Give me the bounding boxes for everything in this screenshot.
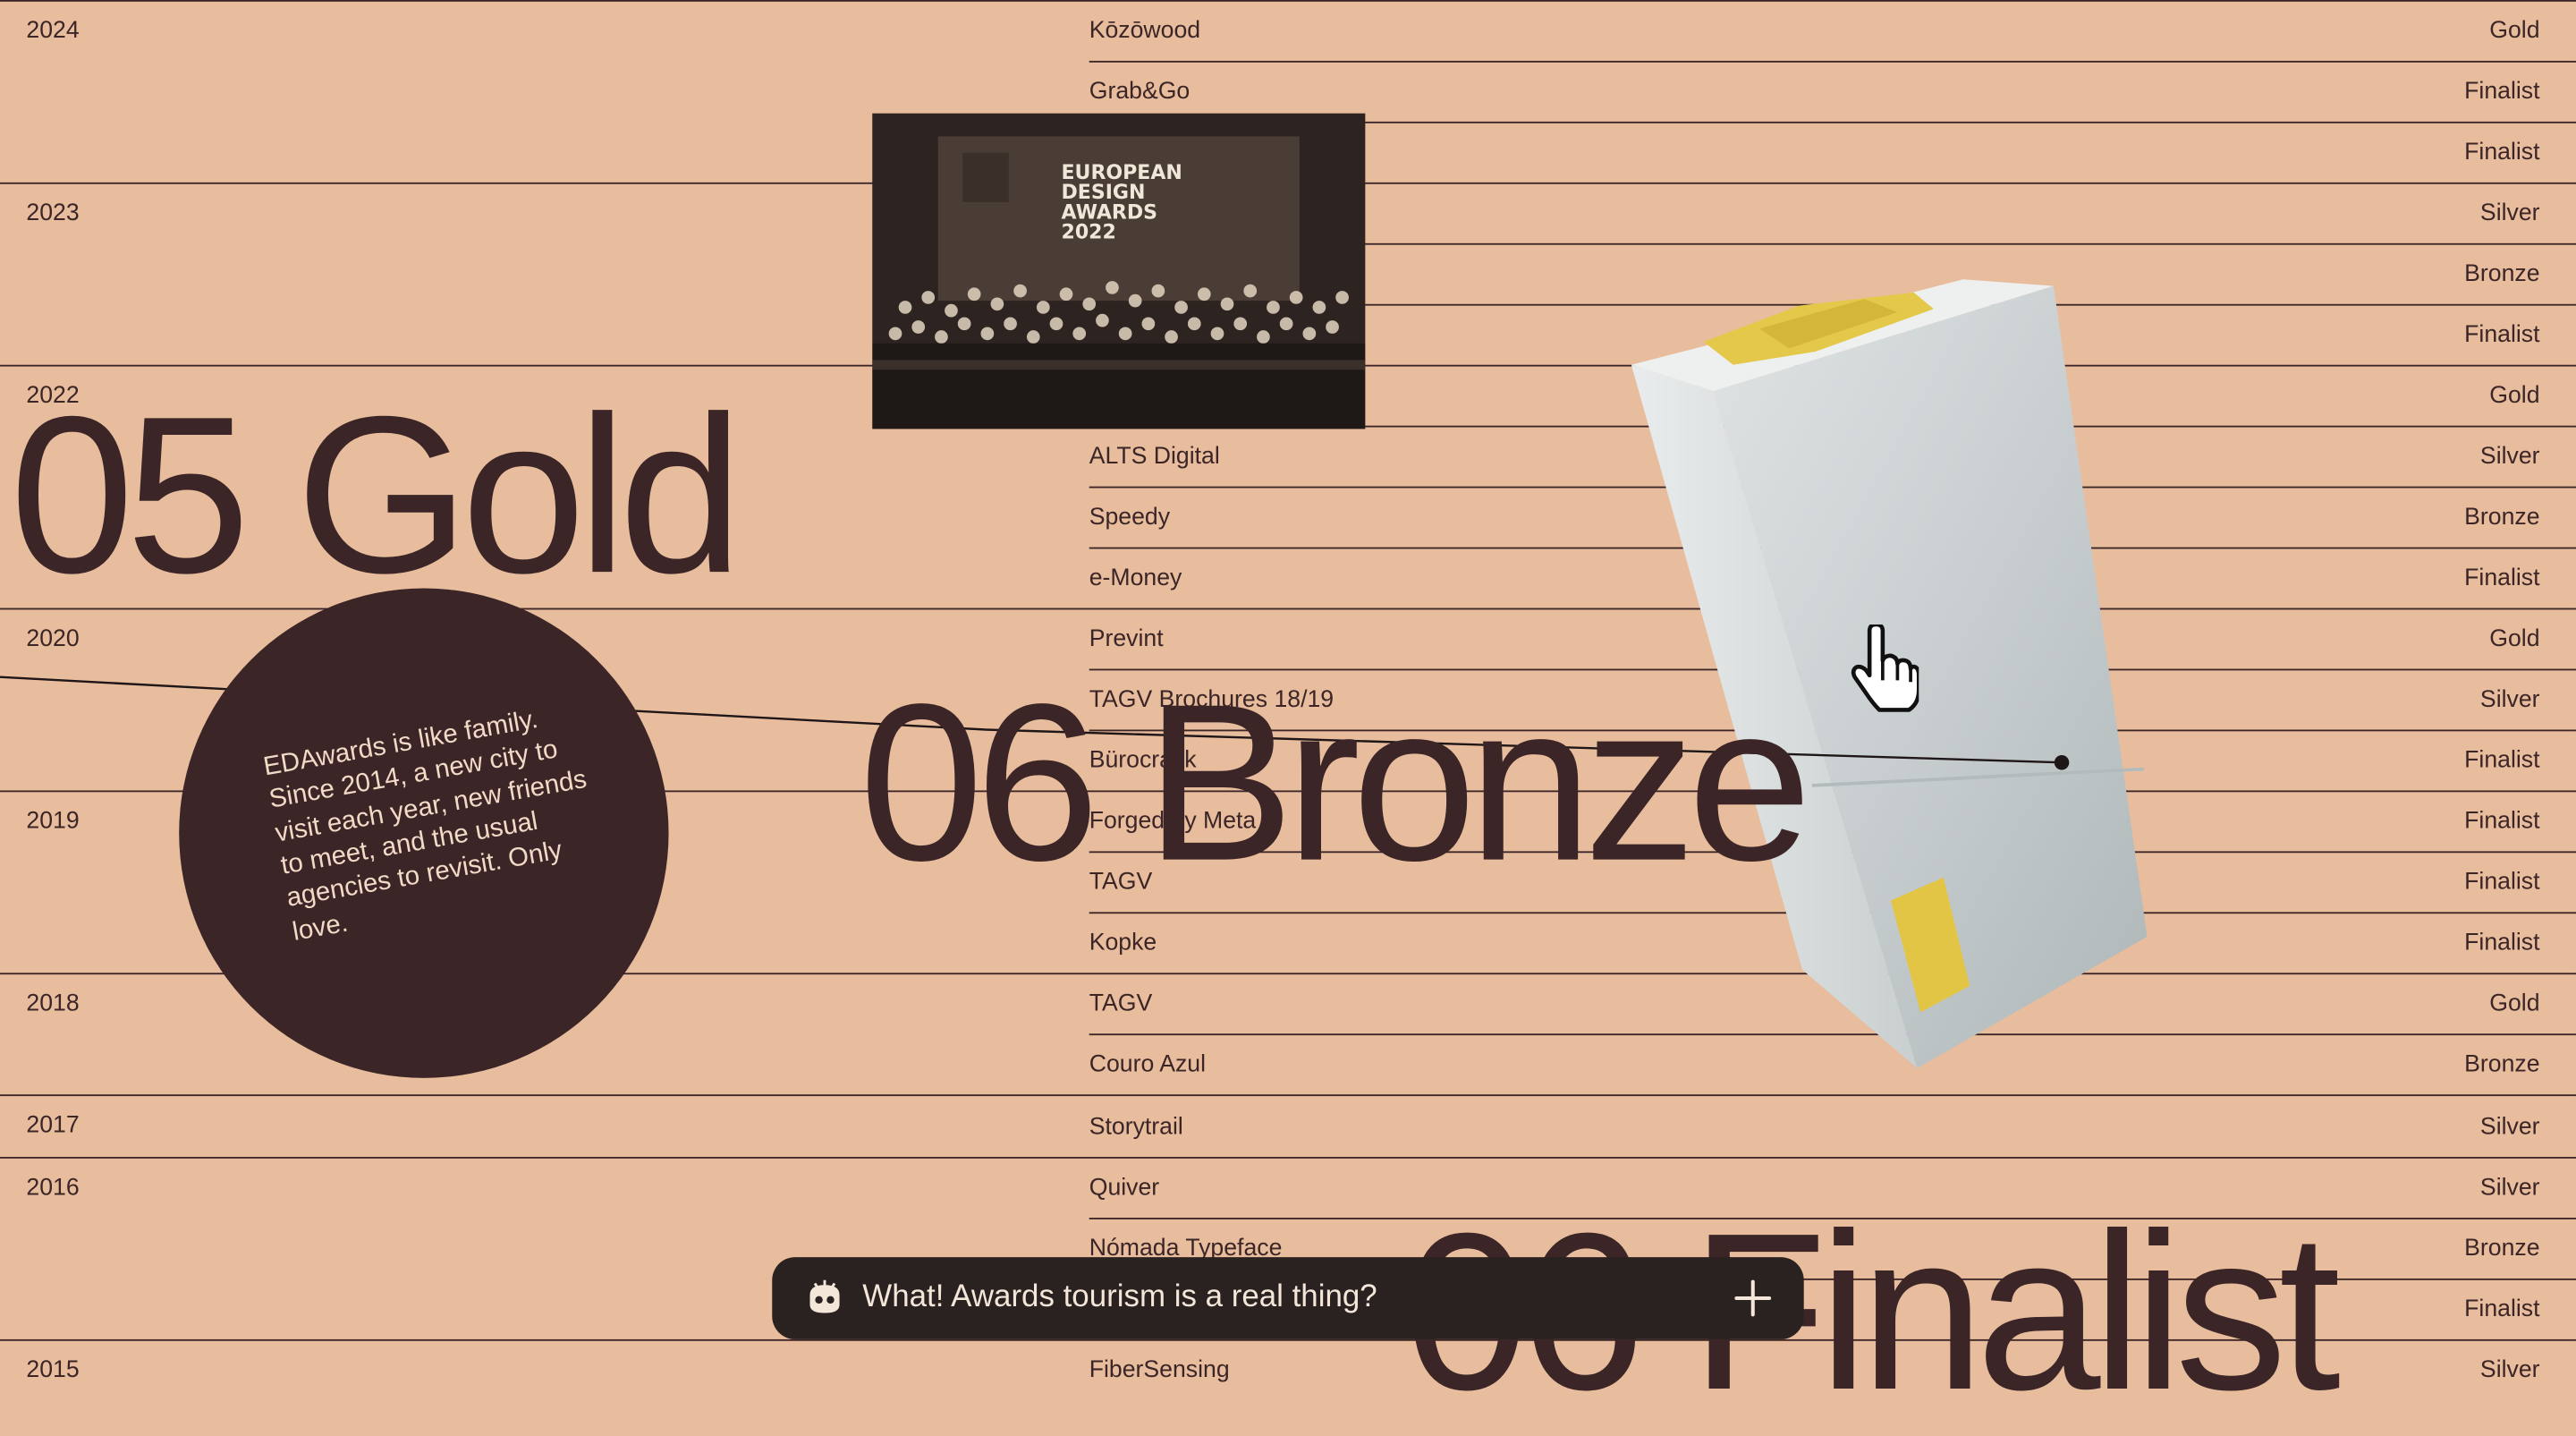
award-level: Gold	[2489, 382, 2540, 410]
project-name[interactable]: Storytrail	[1089, 1116, 1183, 1140]
year-label: 2023	[26, 200, 80, 227]
award-level: Finalist	[2464, 79, 2540, 106]
year-label: 2020	[26, 625, 80, 653]
award-level: Finalist	[2464, 565, 2540, 592]
year-label: 2024	[26, 18, 80, 45]
year-label: 2017	[26, 1112, 80, 1139]
award-level: Gold	[2489, 625, 2540, 653]
mascot-face-icon	[809, 1279, 840, 1313]
award-level: Silver	[2479, 1357, 2540, 1384]
award-level: Bronze	[2464, 1236, 2540, 1262]
award-level: Finalist	[2464, 747, 2540, 775]
year-label: 2015	[26, 1357, 80, 1384]
row-divider	[1089, 60, 2576, 63]
award-level: Silver	[2479, 200, 2540, 227]
project-name[interactable]: Quiver	[1089, 1177, 1159, 1201]
award-level: Silver	[2479, 1175, 2540, 1202]
event-photo: EUROPEAN DESIGN AWARDS 2022	[872, 113, 1366, 429]
project-name[interactable]: ALTS Digital	[1089, 446, 1220, 470]
photo-sign-text: 2022	[1062, 221, 1116, 243]
award-level: Silver	[2479, 686, 2540, 714]
row-divider	[0, 1094, 2576, 1097]
hand-cursor-icon	[1851, 624, 1919, 712]
award-level: Finalist	[2464, 1296, 2540, 1323]
award-level: Finalist	[2464, 808, 2540, 836]
gold-count-heading: 05 Gold	[10, 370, 743, 620]
award-level: Gold	[2489, 990, 2540, 1017]
quote-text: EDAwards is like family. Since 2014, a n…	[261, 706, 589, 947]
award-level: Bronze	[2464, 1051, 2540, 1078]
award-level: Bronze	[2464, 261, 2540, 288]
row-divider	[0, 1157, 2576, 1159]
row-divider	[0, 0, 2576, 2]
award-level: Finalist	[2464, 140, 2540, 166]
chat-prompt-text[interactable]: What! Awards tourism is a real thing?	[862, 1282, 1377, 1313]
project-name[interactable]: e-Money	[1089, 567, 1182, 591]
award-level: Gold	[2489, 18, 2540, 45]
award-level: Finalist	[2464, 930, 2540, 956]
award-level: Silver	[2479, 443, 2540, 471]
award-level: Finalist	[2464, 869, 2540, 896]
project-name[interactable]: Prevint	[1089, 628, 1164, 652]
project-name[interactable]: Kopke	[1089, 931, 1157, 956]
plus-icon[interactable]	[1732, 1277, 1775, 1320]
year-label: 2019	[26, 808, 80, 836]
project-name[interactable]: Speedy	[1089, 506, 1170, 531]
year-label: 2016	[26, 1175, 80, 1202]
project-name[interactable]: Grab&Go	[1089, 81, 1190, 105]
project-name[interactable]: TAGV	[1089, 992, 1153, 1016]
bronze-count-heading: 06 Bronze	[859, 657, 1812, 907]
awards-page: 2024 2023 2022 2020 2019 2018 2017 2016 …	[0, 0, 2576, 1423]
year-label: 2018	[26, 990, 80, 1017]
project-name[interactable]: Kōzōwood	[1089, 20, 1200, 44]
project-name[interactable]: Couro Azul	[1089, 1053, 1206, 1077]
award-level: Silver	[2479, 1114, 2540, 1141]
award-level: Bronze	[2464, 504, 2540, 531]
quote-circle: EDAwards is like family. Since 2014, a n…	[179, 588, 669, 1078]
chat-prompt-bar[interactable]: What! Awards tourism is a real thing?	[772, 1257, 1804, 1339]
project-name[interactable]: FiberSensing	[1089, 1359, 1230, 1383]
award-level: Finalist	[2464, 321, 2540, 349]
